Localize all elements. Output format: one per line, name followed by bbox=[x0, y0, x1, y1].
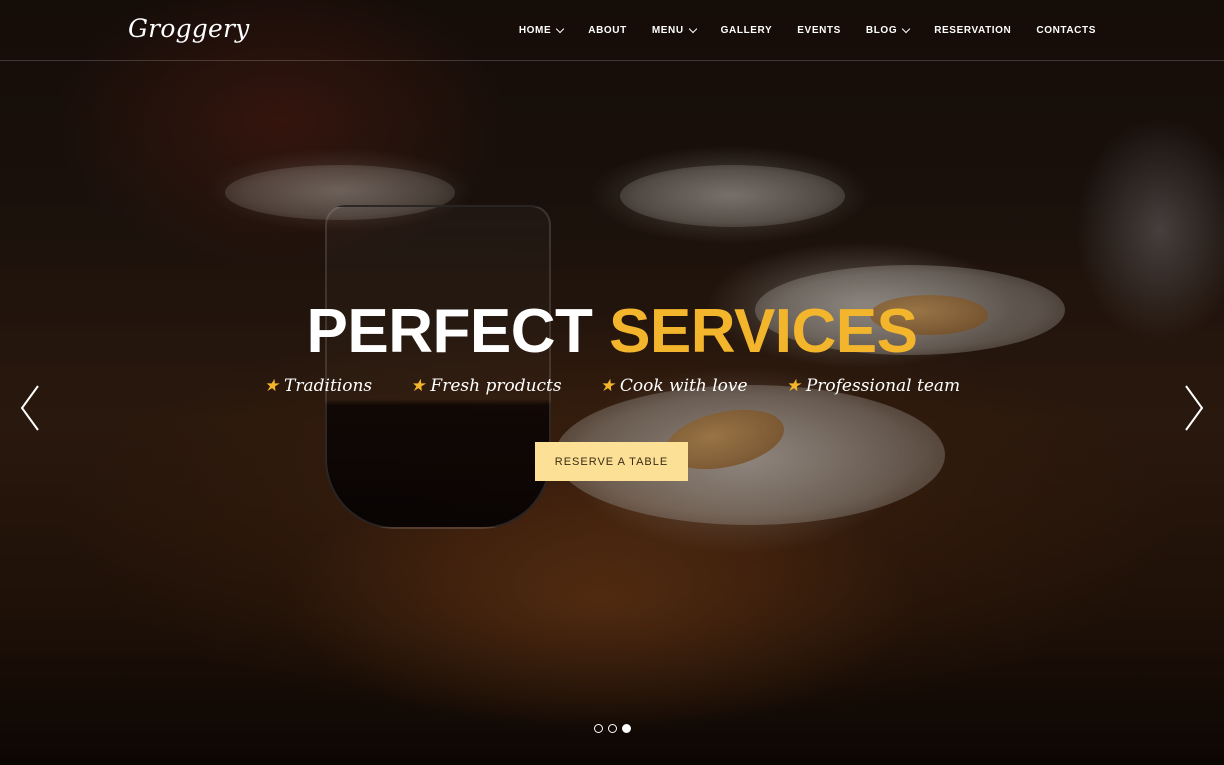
chevron-right-icon bbox=[1185, 385, 1204, 431]
feature-item: ★ Fresh products bbox=[410, 376, 561, 396]
nav-item-home[interactable]: HOME bbox=[518, 24, 565, 36]
nav-item-menu[interactable]: MENU bbox=[651, 24, 697, 36]
slider-pagination bbox=[0, 724, 1224, 733]
nav-item-label: RESERVATION bbox=[934, 24, 1012, 36]
nav-item-reservation[interactable]: RESERVATION bbox=[934, 25, 1011, 36]
feature-list: ★ Traditions ★ Fresh products ★ Cook wit… bbox=[0, 376, 1224, 396]
headline-primary: PERFECT bbox=[306, 297, 593, 366]
nav-item-label: MENU bbox=[651, 24, 684, 36]
star-icon: ★ bbox=[599, 375, 615, 396]
star-icon: ★ bbox=[263, 375, 280, 396]
hero-content: PERFECT SERVICES ★ Traditions ★ Fresh pr… bbox=[0, 292, 1224, 396]
nav-item-label: BLOG bbox=[865, 24, 898, 36]
feature-label: Fresh products bbox=[430, 376, 562, 396]
feature-label: Traditions bbox=[284, 376, 373, 396]
hero-headline: PERFECT SERVICES bbox=[0, 292, 1224, 372]
feature-label: Professional team bbox=[805, 376, 961, 396]
hero-slider: Groggery HOME ABOUT MENU GALLERY EVENTS … bbox=[0, 0, 1224, 765]
star-icon: ★ bbox=[410, 375, 426, 396]
slider-dot-3[interactable] bbox=[621, 724, 631, 733]
nav-item-label: EVENTS bbox=[797, 24, 841, 36]
slider-next-button[interactable] bbox=[1182, 384, 1206, 432]
nav-item-label: CONTACTS bbox=[1036, 24, 1096, 36]
reserve-table-button[interactable]: RESERVE A TABLE bbox=[535, 442, 688, 481]
nav-item-about[interactable]: ABOUT bbox=[588, 25, 627, 36]
feature-label: Cook with love bbox=[619, 376, 748, 396]
chevron-left-icon bbox=[20, 385, 39, 431]
site-logo[interactable]: Groggery bbox=[128, 14, 249, 43]
nav-item-label: HOME bbox=[518, 24, 552, 36]
slider-dot-1[interactable] bbox=[593, 724, 603, 733]
feature-item: ★ Traditions bbox=[264, 376, 372, 396]
nav-item-events[interactable]: EVENTS bbox=[797, 25, 841, 36]
nav-item-gallery[interactable]: GALLERY bbox=[721, 25, 773, 36]
feature-item: ★ Professional team bbox=[786, 376, 961, 396]
star-icon: ★ bbox=[785, 375, 801, 396]
nav-item-label: GALLERY bbox=[720, 24, 773, 36]
main-nav: HOME ABOUT MENU GALLERY EVENTS BLOG RESE… bbox=[519, 0, 1096, 60]
site-header: Groggery HOME ABOUT MENU GALLERY EVENTS … bbox=[0, 0, 1224, 61]
chevron-down-icon bbox=[556, 24, 565, 33]
slider-dot-2[interactable] bbox=[607, 724, 617, 733]
nav-item-label: ABOUT bbox=[588, 24, 627, 36]
headline-accent: SERVICES bbox=[609, 297, 918, 366]
nav-item-contacts[interactable]: CONTACTS bbox=[1036, 25, 1096, 36]
nav-item-blog[interactable]: BLOG bbox=[865, 24, 911, 36]
feature-item: ★ Cook with love bbox=[600, 376, 748, 396]
chevron-down-icon bbox=[688, 24, 697, 33]
chevron-down-icon bbox=[901, 24, 911, 33]
slider-prev-button[interactable] bbox=[18, 384, 42, 432]
